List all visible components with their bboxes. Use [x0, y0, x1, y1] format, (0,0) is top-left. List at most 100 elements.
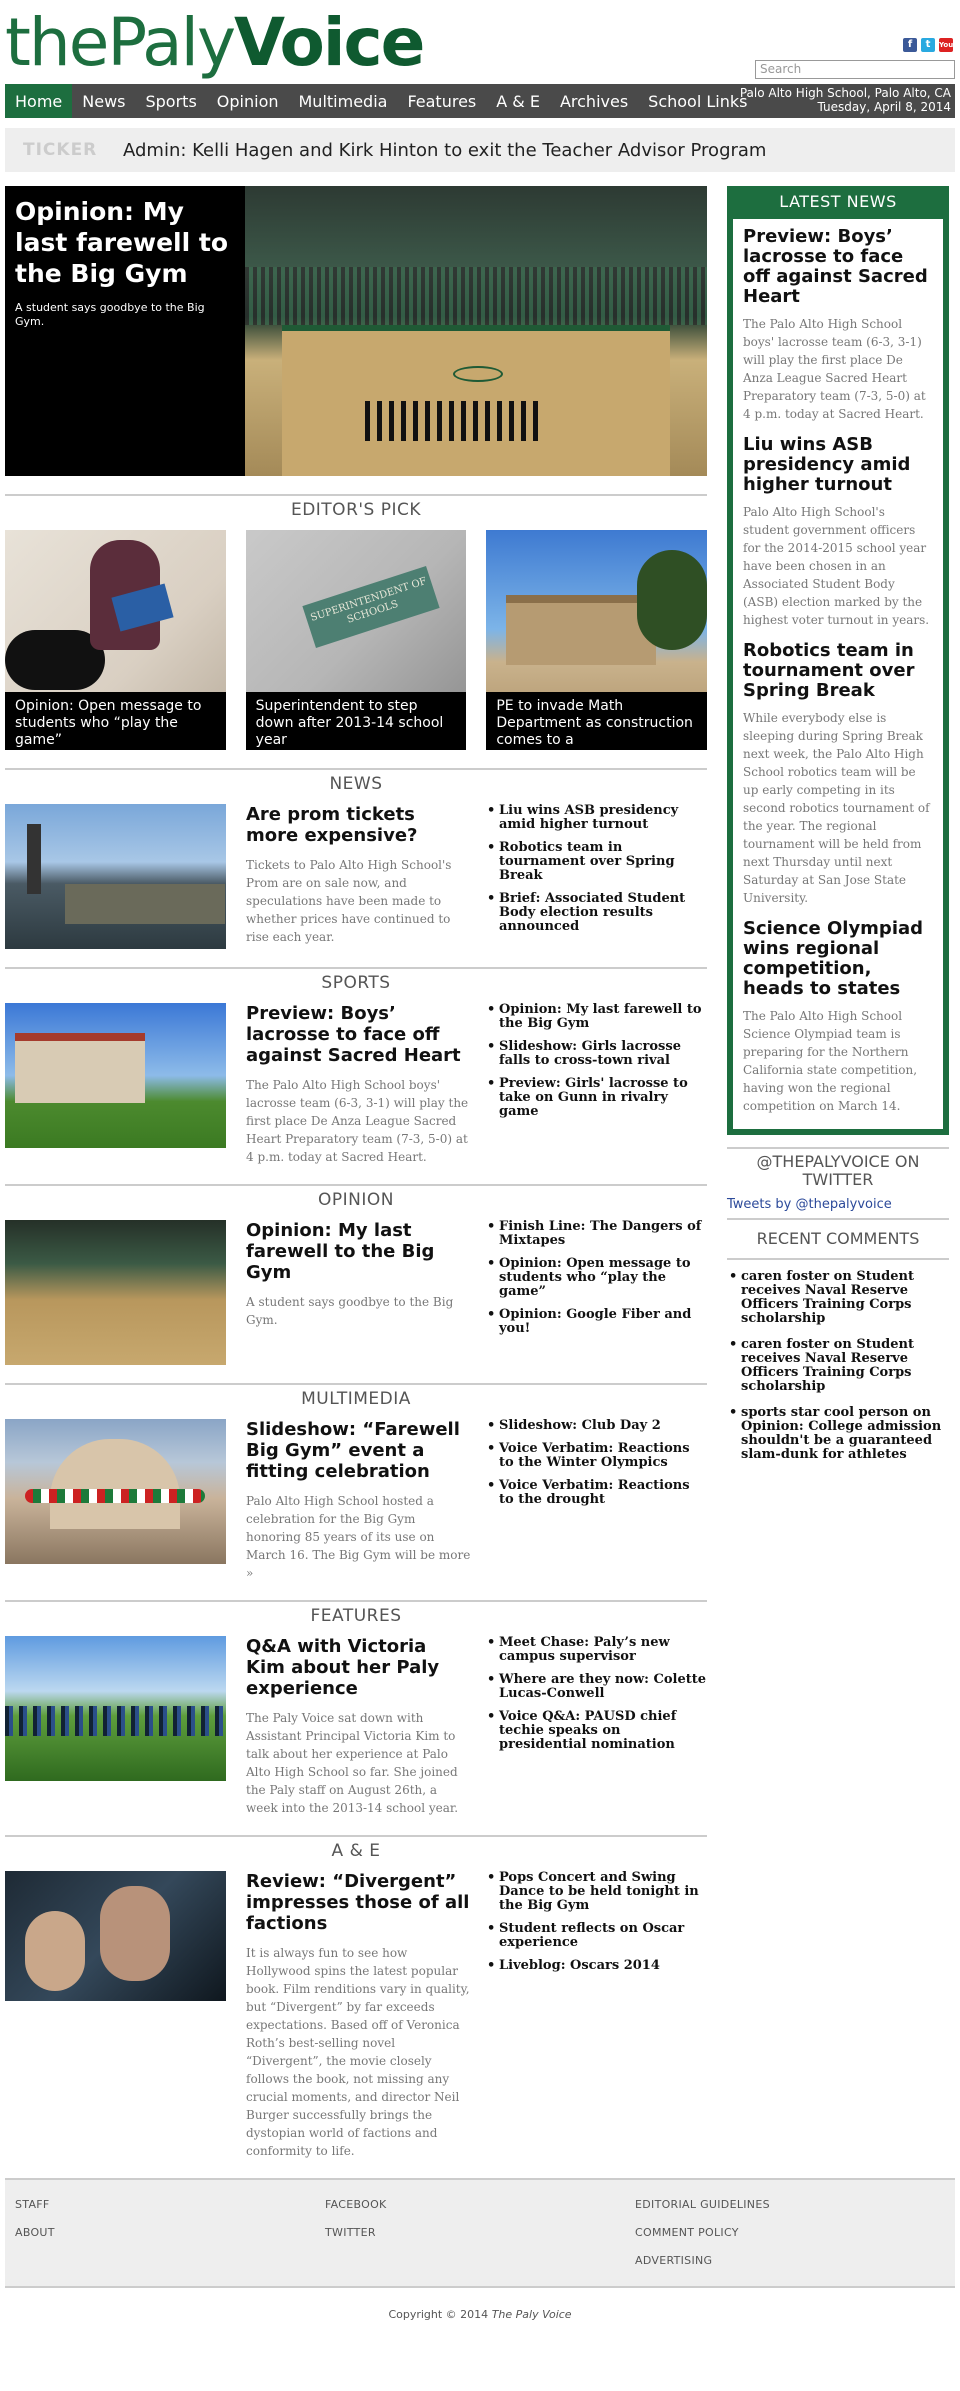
footer-link-comment-policy[interactable]: COMMENT POLICY: [635, 2226, 945, 2239]
editors-pick-card[interactable]: SUPERINTENDENT OF SCHOOLS Superintendent…: [245, 530, 467, 750]
footer-column: FACEBOOK TWITTER: [325, 2198, 635, 2268]
related-links: Opinion: My last farewell to the Big Gym…: [487, 1003, 707, 1166]
footer-link-about[interactable]: ABOUT: [15, 2226, 325, 2239]
excerpt-text: The Palo Alto High School boys' lacrosse…: [246, 1078, 469, 1164]
related-link[interactable]: Slideshow: Girls lacrosse falls to cross…: [487, 1040, 707, 1068]
related-link[interactable]: Voice Verbatim: Reactions to the drought: [487, 1479, 707, 1507]
related-link[interactable]: Where are they now: Colette Lucas-Conwel…: [487, 1673, 707, 1701]
section-title-ae[interactable]: A & E: [5, 1835, 707, 1861]
nav-opinion[interactable]: Opinion: [207, 84, 289, 118]
editors-pick-title: EDITOR'S PICK: [5, 494, 707, 520]
balloon-arch-shape: [25, 1489, 205, 1503]
twitter-icon[interactable]: t: [921, 38, 935, 52]
section-headline[interactable]: Slideshow: “Farewell Big Gym” event a fi…: [246, 1419, 471, 1482]
section-thumbnail[interactable]: [5, 1003, 226, 1148]
related-link[interactable]: Opinion: Google Fiber and you!: [487, 1308, 707, 1336]
editors-pick-caption[interactable]: Superintendent to step down after 2013-1…: [245, 692, 467, 750]
latest-news-headline[interactable]: Preview: Boys’ lacrosse to face off agai…: [743, 227, 933, 307]
copyright-prefix: Copyright © 2014: [388, 2308, 489, 2321]
section-title-sports[interactable]: SPORTS: [5, 967, 707, 993]
related-link[interactable]: Opinion: Open message to students who “p…: [487, 1257, 707, 1299]
related-links: Liu wins ASB presidency amid higher turn…: [487, 804, 707, 949]
section-headline[interactable]: Opinion: My last farewell to the Big Gym: [246, 1220, 471, 1283]
editors-pick-card[interactable]: Opinion: Open message to students who “p…: [5, 530, 226, 750]
logo-text-the: the: [5, 4, 109, 81]
related-link[interactable]: Brief: Associated Student Body election …: [487, 892, 707, 934]
related-links: Slideshow: Club Day 2 Voice Verbatim: Re…: [487, 1419, 707, 1582]
section-excerpt: The Paly Voice sat down with Assistant P…: [246, 1709, 471, 1817]
section-title-news[interactable]: NEWS: [5, 768, 707, 794]
section-headline[interactable]: Review: “Divergent” impresses those of a…: [246, 1871, 471, 1934]
latest-news-headline[interactable]: Science Olympiad wins regional competiti…: [743, 919, 933, 999]
excerpt-text: Palo Alto High School hosted a celebrati…: [246, 1494, 436, 1562]
nav-home[interactable]: Home: [5, 84, 73, 118]
search-input[interactable]: Search: [755, 60, 955, 79]
actor-face-shape: [25, 1911, 85, 1991]
excerpt-text: The Paly Voice sat down with Assistant P…: [246, 1711, 459, 1815]
section-thumbnail[interactable]: [5, 1419, 226, 1564]
section-headline[interactable]: Q&A with Victoria Kim about her Paly exp…: [246, 1636, 471, 1699]
nav-ae[interactable]: A & E: [486, 84, 550, 118]
section-headline[interactable]: Preview: Boys’ lacrosse to face off agai…: [246, 1003, 471, 1066]
section-thumbnail[interactable]: [5, 1636, 226, 1781]
related-link[interactable]: Meet Chase: Paly’s new campus supervisor: [487, 1636, 707, 1664]
featured-image[interactable]: [245, 186, 707, 476]
editors-pick-caption[interactable]: PE to invade Math Department as construc…: [486, 692, 708, 750]
copyright-name: The Paly Voice: [491, 2308, 572, 2321]
nav-multimedia[interactable]: Multimedia: [289, 84, 398, 118]
nav-sports[interactable]: Sports: [135, 84, 206, 118]
related-link[interactable]: Voice Q&A: PAUSD chief techie speaks on …: [487, 1710, 707, 1752]
recent-comments-list: caren foster on Student receives Naval R…: [727, 1258, 949, 1462]
section-title-multimedia[interactable]: MULTIMEDIA: [5, 1383, 707, 1409]
related-link[interactable]: Slideshow: Club Day 2: [487, 1419, 707, 1434]
youtube-icon[interactable]: You: [939, 38, 953, 52]
latest-news-headline[interactable]: Robotics team in tournament over Spring …: [743, 641, 933, 701]
section-headline[interactable]: Are prom tickets more expensive?: [246, 804, 471, 846]
editors-pick-grid: Opinion: Open message to students who “p…: [5, 530, 708, 750]
footer-column: STAFF ABOUT: [15, 2198, 325, 2268]
main-nav: Home News Sports Opinion Multimedia Feat…: [5, 84, 955, 118]
featured-story[interactable]: Opinion: My last farewell to the Big Gym…: [5, 186, 707, 476]
tree-shape: [637, 550, 708, 650]
related-link[interactable]: Voice Verbatim: Reactions to the Winter …: [487, 1442, 707, 1470]
nav-archives[interactable]: Archives: [550, 84, 638, 118]
footer-link-editorial-guidelines[interactable]: EDITORIAL GUIDELINES: [635, 2198, 945, 2211]
editors-pick-card[interactable]: PE to invade Math Department as construc…: [486, 530, 708, 750]
featured-dek: A student says goodbye to the Big Gym.: [15, 301, 205, 328]
related-link[interactable]: Liu wins ASB presidency amid higher turn…: [487, 804, 707, 832]
section-title-features[interactable]: FEATURES: [5, 1600, 707, 1626]
section-title-opinion[interactable]: OPINION: [5, 1184, 707, 1210]
related-link[interactable]: Liveblog: Oscars 2014: [487, 1959, 707, 1974]
recent-comment[interactable]: caren foster on Student receives Naval R…: [727, 1270, 949, 1326]
superintendent-sign: SUPERINTENDENT OF SCHOOLS: [302, 565, 440, 649]
footer-link-advertising[interactable]: ADVERTISING: [635, 2254, 945, 2267]
ticker-text[interactable]: Admin: Kelli Hagen and Kirk Hinton to ex…: [123, 140, 766, 161]
related-link[interactable]: Student reflects on Oscar experience: [487, 1922, 707, 1950]
featured-headline[interactable]: Opinion: My last farewell to the Big Gym: [15, 196, 235, 289]
site-logo[interactable]: thePalyVoice: [5, 10, 425, 76]
nav-news[interactable]: News: [72, 84, 135, 118]
footer-link-facebook[interactable]: FACEBOOK: [325, 2198, 635, 2211]
related-link[interactable]: Pops Concert and Swing Dance to be held …: [487, 1871, 707, 1913]
latest-news-item: Preview: Boys’ lacrosse to face off agai…: [733, 219, 943, 427]
excerpt-text: Tickets to Palo Alto High School's Prom …: [246, 858, 452, 944]
related-link[interactable]: Finish Line: The Dangers of Mixtapes: [487, 1220, 707, 1248]
latest-news-headline[interactable]: Liu wins ASB presidency amid higher turn…: [743, 435, 933, 495]
related-link[interactable]: Robotics team in tournament over Spring …: [487, 841, 707, 883]
recent-comment[interactable]: caren foster on Student receives Naval R…: [727, 1338, 949, 1394]
section-opinion: Opinion: My last farewell to the Big Gym…: [5, 1220, 707, 1365]
editors-pick-caption[interactable]: Opinion: Open message to students who “p…: [5, 692, 226, 750]
facebook-icon[interactable]: f: [903, 38, 917, 52]
recent-comment[interactable]: sports star cool person on Opinion: Coll…: [727, 1406, 949, 1462]
footer-link-staff[interactable]: STAFF: [15, 2198, 325, 2211]
related-link[interactable]: Preview: Girls' lacrosse to take on Gunn…: [487, 1077, 707, 1119]
section-thumbnail[interactable]: [5, 804, 226, 949]
section-thumbnail[interactable]: [5, 1220, 226, 1365]
twitter-feed-link[interactable]: Tweets by @thepalyvoice: [727, 1197, 949, 1220]
related-link[interactable]: Opinion: My last farewell to the Big Gym: [487, 1003, 707, 1031]
nav-features[interactable]: Features: [397, 84, 486, 118]
section-thumbnail[interactable]: [5, 1871, 226, 2001]
sidebar: LATEST NEWS Preview: Boys’ lacrosse to f…: [727, 186, 949, 2160]
section-sports: Preview: Boys’ lacrosse to face off agai…: [5, 1003, 707, 1166]
footer-link-twitter[interactable]: TWITTER: [325, 2226, 635, 2239]
